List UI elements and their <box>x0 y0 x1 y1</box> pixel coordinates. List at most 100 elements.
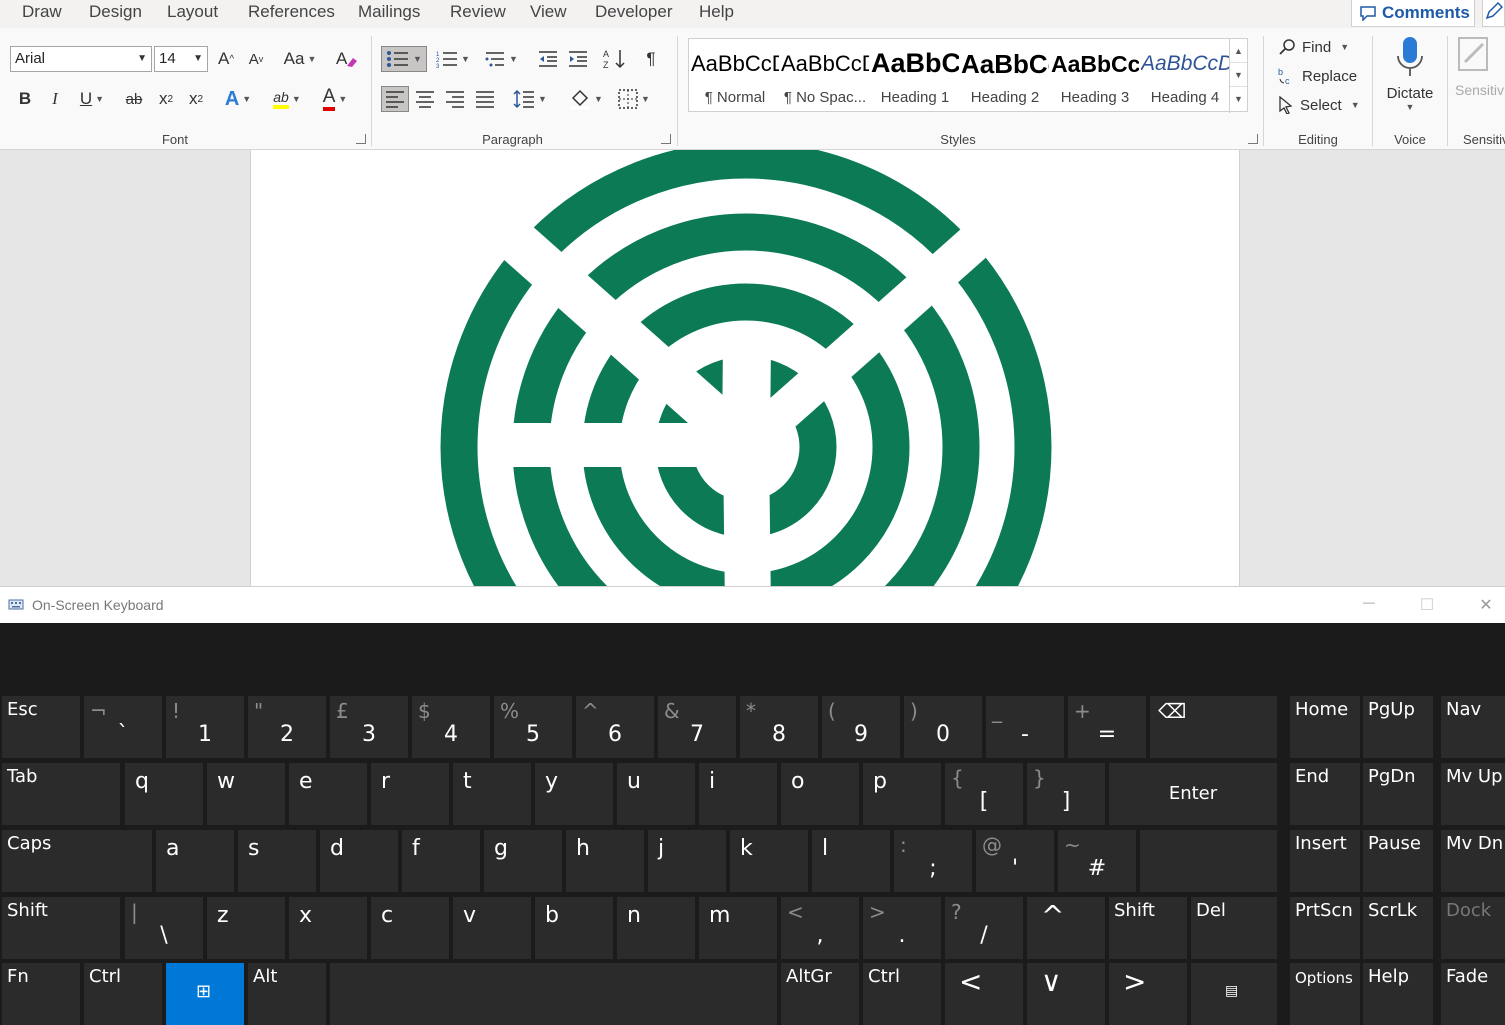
maximize-button[interactable]: ☐ <box>1412 595 1442 615</box>
key-sym[interactable]: ¬ ` <box>84 696 162 758</box>
grow-font-button[interactable]: A ^ <box>214 46 238 72</box>
key-sym[interactable]: }] <box>1027 763 1105 825</box>
key-i[interactable]: i <box>699 763 777 825</box>
replace-button[interactable]: bc Replace <box>1278 67 1357 85</box>
key-esc[interactable]: Esc <box>2 696 80 758</box>
clear-formatting-button[interactable]: A <box>334 46 360 72</box>
justify-button[interactable] <box>471 86 499 112</box>
bold-button[interactable]: B <box>14 86 36 112</box>
key-b[interactable]: b <box>535 897 613 959</box>
font-color-button[interactable]: A ▼ <box>314 86 356 112</box>
underline-button[interactable]: U ▼ <box>72 86 112 112</box>
key-q[interactable]: q <box>125 763 203 825</box>
key-shift[interactable]: Shift <box>2 897 120 959</box>
editing-mode-button[interactable] <box>1482 0 1505 27</box>
ctrl-key-left[interactable]: Ctrl <box>84 963 162 1025</box>
style-heading-4[interactable]: AaBbCcDc Heading 4 <box>1141 39 1229 113</box>
numbering-button[interactable]: 123 ▼ <box>433 46 473 72</box>
enter-key-extension[interactable] <box>1140 830 1277 892</box>
key-2[interactable]: " 2 <box>248 696 326 758</box>
close-button[interactable]: ✕ <box>1471 595 1501 615</box>
key-end[interactable]: End <box>1290 763 1360 825</box>
key-n[interactable]: n <box>617 897 695 959</box>
key-7[interactable]: & 7 <box>658 696 736 758</box>
alt-key[interactable]: Alt <box>248 963 326 1025</box>
key-3[interactable]: £3 <box>330 696 408 758</box>
key-sym[interactable]: ~ # <box>1058 830 1136 892</box>
ctrl-key-right[interactable]: Ctrl <box>863 963 941 1025</box>
key-pgup[interactable]: PgUp <box>1363 696 1433 758</box>
key-tab[interactable]: Tab <box>2 763 120 825</box>
tab-help[interactable]: Help <box>699 2 734 22</box>
increase-indent-button[interactable] <box>565 46 591 72</box>
key-prtscn[interactable]: PrtScn <box>1290 897 1360 959</box>
tab-mailings[interactable]: Mailings <box>358 2 420 22</box>
key-u[interactable]: u <box>617 763 695 825</box>
up-arrow-key[interactable]: ^ <box>1027 897 1105 959</box>
font-name-combo[interactable]: Arial ▼ <box>10 46 152 72</box>
key-t[interactable]: t <box>453 763 531 825</box>
key-sym[interactable]: + = <box>1068 696 1146 758</box>
line-spacing-button[interactable]: ▼ <box>509 86 551 112</box>
key-sym[interactable]: | \ <box>125 897 203 959</box>
key-nav[interactable]: Nav <box>1441 696 1505 758</box>
key-scrlk[interactable]: ScrLk <box>1363 897 1433 959</box>
key-sym[interactable]: _ - <box>986 696 1064 758</box>
key-pause[interactable]: Pause <box>1363 830 1433 892</box>
document-page[interactable] <box>250 150 1240 586</box>
find-button[interactable]: Find ▼ <box>1278 38 1349 56</box>
key-9[interactable]: (9 <box>822 696 900 758</box>
align-left-button[interactable] <box>381 86 409 112</box>
key-l[interactable]: l <box>812 830 890 892</box>
key-8[interactable]: * 8 <box>740 696 818 758</box>
tab-layout[interactable]: Layout <box>167 2 218 22</box>
key-options[interactable]: Options <box>1290 963 1360 1025</box>
key-mvdn[interactable]: Mv Dn <box>1441 830 1505 892</box>
key-fade[interactable]: Fade <box>1441 963 1505 1025</box>
styles-dialog-launcher[interactable] <box>1248 134 1258 144</box>
style-normal[interactable]: AaBbCcDc ¶ Normal <box>691 39 779 113</box>
key-h[interactable]: h <box>566 830 644 892</box>
key-p[interactable]: p <box>863 763 941 825</box>
key-c[interactable]: c <box>371 897 449 959</box>
sensitivity-button[interactable]: Sensitiv <box>1455 36 1505 126</box>
left-arrow-key[interactable]: < <box>945 963 1023 1025</box>
style-no-spacing[interactable]: AaBbCcDc ¶ No Spac... <box>781 39 869 113</box>
key-sym[interactable]: >. <box>863 897 941 959</box>
scroll-down-icon[interactable]: ▼ <box>1230 63 1247 87</box>
key-del[interactable]: Del <box>1191 897 1277 959</box>
tab-draw[interactable]: Draw <box>22 2 62 22</box>
strikethrough-button[interactable]: ab <box>120 86 148 112</box>
highlight-button[interactable]: ab ▼ <box>266 86 308 112</box>
key-1[interactable]: ! 1 <box>166 696 244 758</box>
key-caps[interactable]: Caps <box>2 830 152 892</box>
sort-button[interactable]: AZ <box>601 46 629 72</box>
bullets-button[interactable]: ▼ <box>381 46 427 72</box>
key-dock[interactable]: Dock <box>1441 897 1505 959</box>
space-key[interactable] <box>330 963 777 1025</box>
key-x[interactable]: x <box>289 897 367 959</box>
align-right-button[interactable] <box>441 86 469 112</box>
text-effects-button[interactable]: A ▼ <box>218 86 258 112</box>
decrease-indent-button[interactable] <box>535 46 561 72</box>
key-g[interactable]: g <box>484 830 562 892</box>
key-insert[interactable]: Insert <box>1290 830 1360 892</box>
dictate-button[interactable]: Dictate ▼ <box>1380 36 1440 126</box>
shading-button[interactable]: ▼ <box>565 86 607 112</box>
osk-title-bar[interactable]: On-Screen Keyboard — ☐ ✕ <box>0 586 1505 623</box>
key-m[interactable]: m <box>699 897 777 959</box>
key-a[interactable]: a <box>156 830 234 892</box>
scroll-up-icon[interactable]: ▲ <box>1230 39 1247 63</box>
key-sym[interactable]: <, <box>781 897 859 959</box>
key-sym[interactable]: :; <box>894 830 972 892</box>
menu-key[interactable]: ▤ <box>1191 963 1277 1025</box>
paragraph-dialog-launcher[interactable] <box>661 134 671 144</box>
style-heading-2[interactable]: AaBbCc Heading 2 <box>961 39 1049 113</box>
tab-review[interactable]: Review <box>450 2 506 22</box>
subscript-button[interactable]: x2 <box>154 86 178 112</box>
key-z[interactable]: z <box>207 897 285 959</box>
key-help[interactable]: Help <box>1363 963 1433 1025</box>
backspace-key[interactable]: ⌫ <box>1150 696 1277 758</box>
key-mvup[interactable]: Mv Up <box>1441 763 1505 825</box>
key-sym[interactable]: ? / <box>945 897 1023 959</box>
